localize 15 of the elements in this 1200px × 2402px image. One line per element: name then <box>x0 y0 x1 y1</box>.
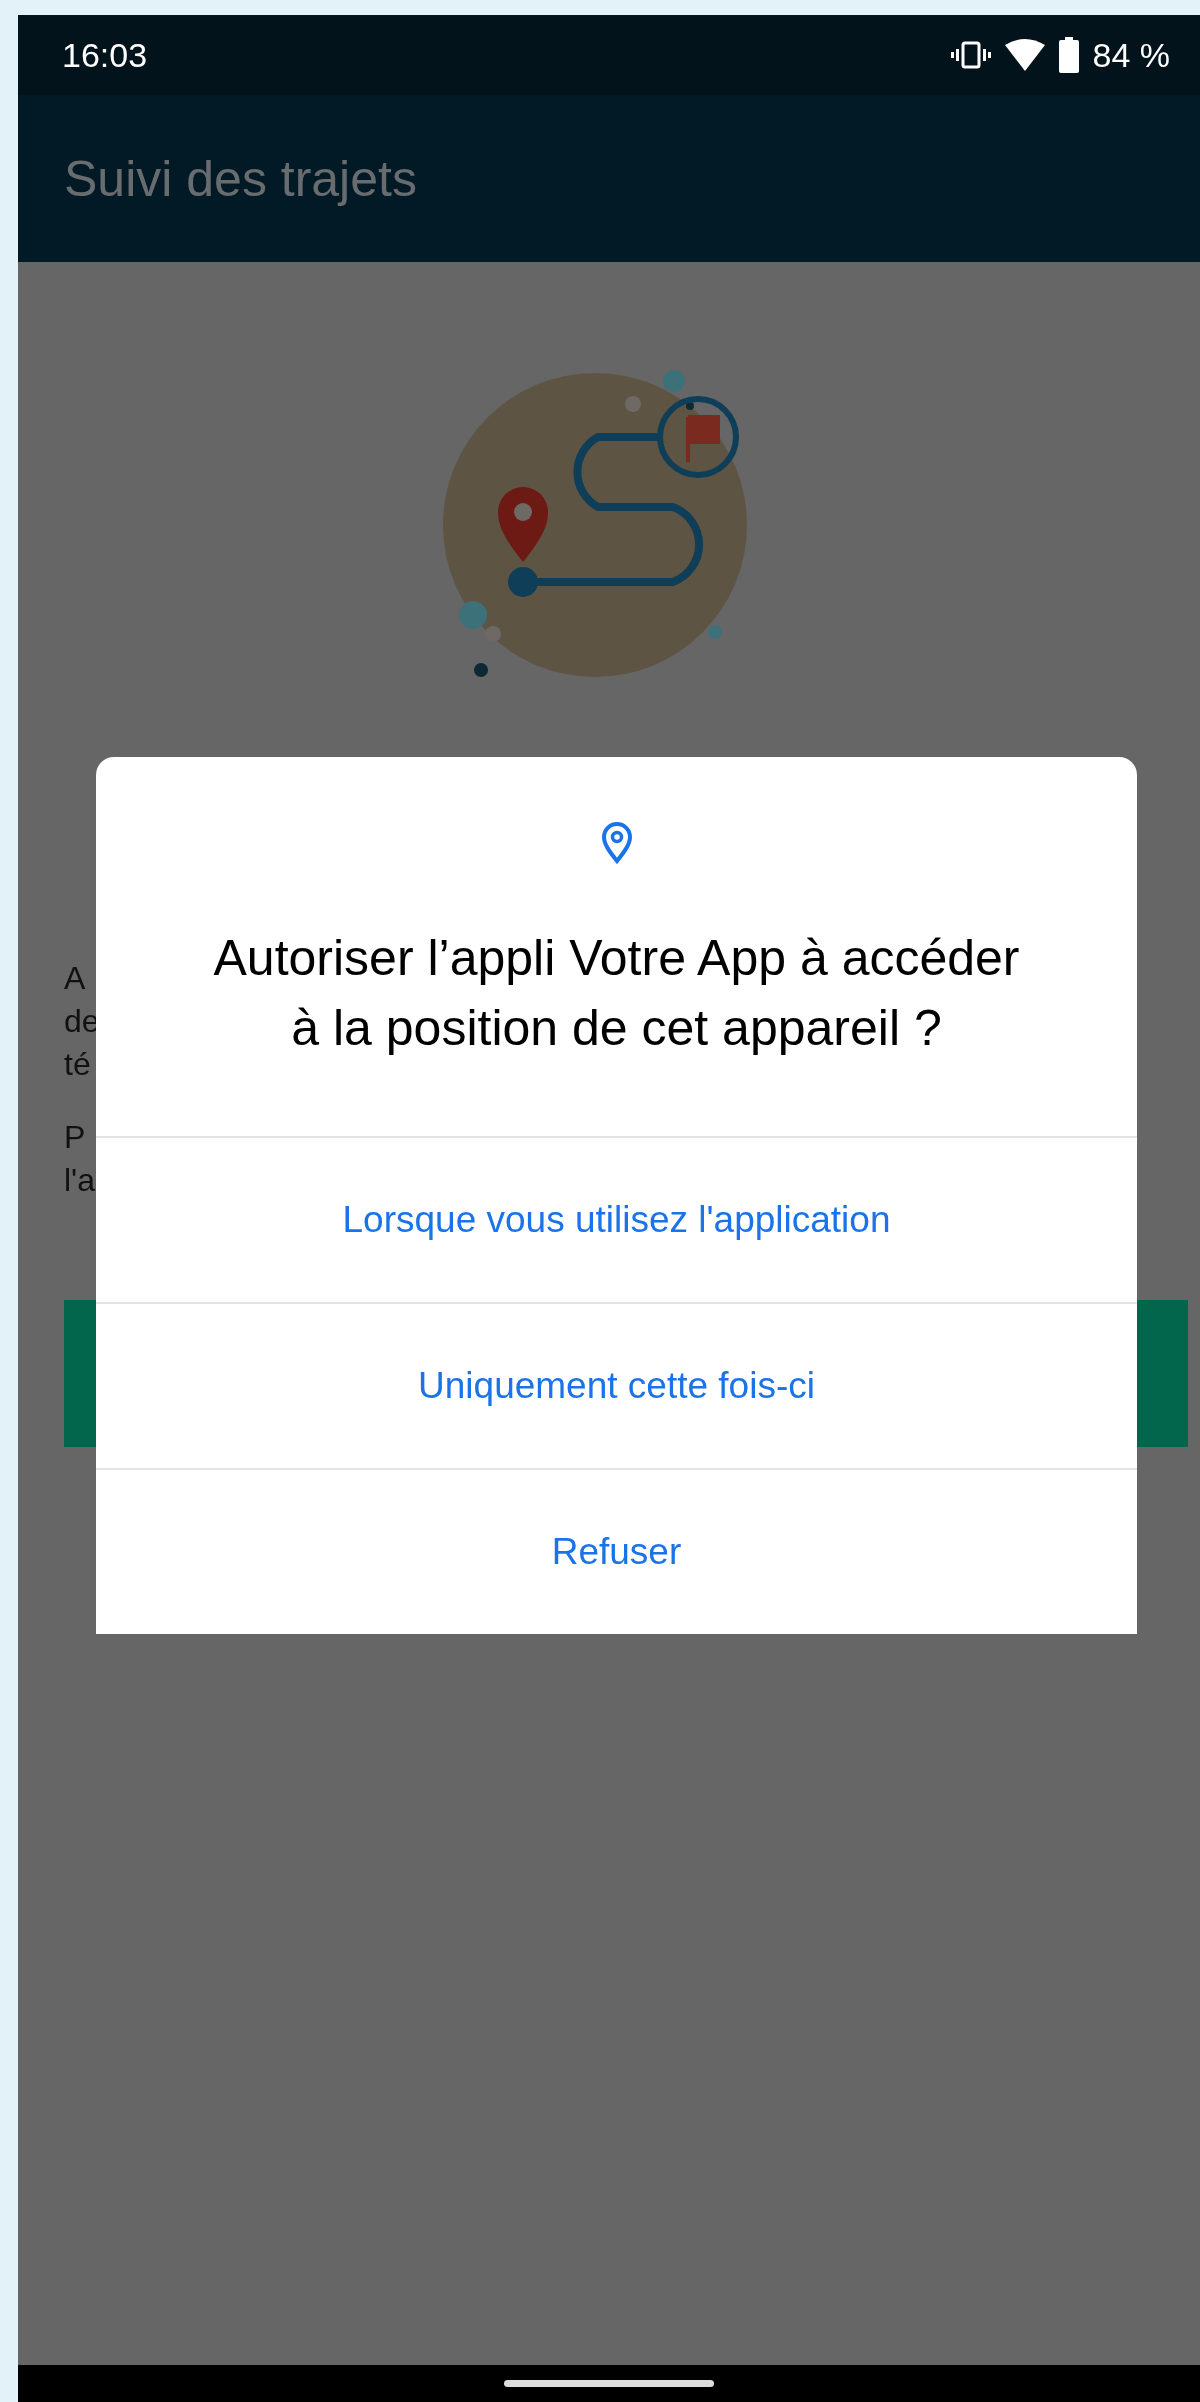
wifi-icon <box>1004 39 1045 71</box>
paragraph-line: l'a <box>64 1161 95 1200</box>
battery-percentage: 84 % <box>1092 35 1170 75</box>
paragraph-line: A <box>64 959 86 998</box>
battery-icon <box>1058 37 1079 73</box>
paragraph-line: té <box>64 1045 91 1084</box>
vibrate-icon <box>950 40 991 70</box>
paragraph-line: P <box>64 1118 86 1157</box>
location-pin-icon <box>600 822 633 864</box>
status-time: 16:03 <box>62 35 148 75</box>
home-handle[interactable] <box>504 2380 714 2387</box>
paragraph-line: de <box>64 1002 100 1041</box>
dialog-option[interactable]: Refuser <box>96 1468 1137 1634</box>
dialog-title: Autoriser l’appli Votre App à accéder à la position de cet appareil ? <box>212 929 1021 1058</box>
app-bar-title: Suivi des trajets <box>64 149 417 208</box>
